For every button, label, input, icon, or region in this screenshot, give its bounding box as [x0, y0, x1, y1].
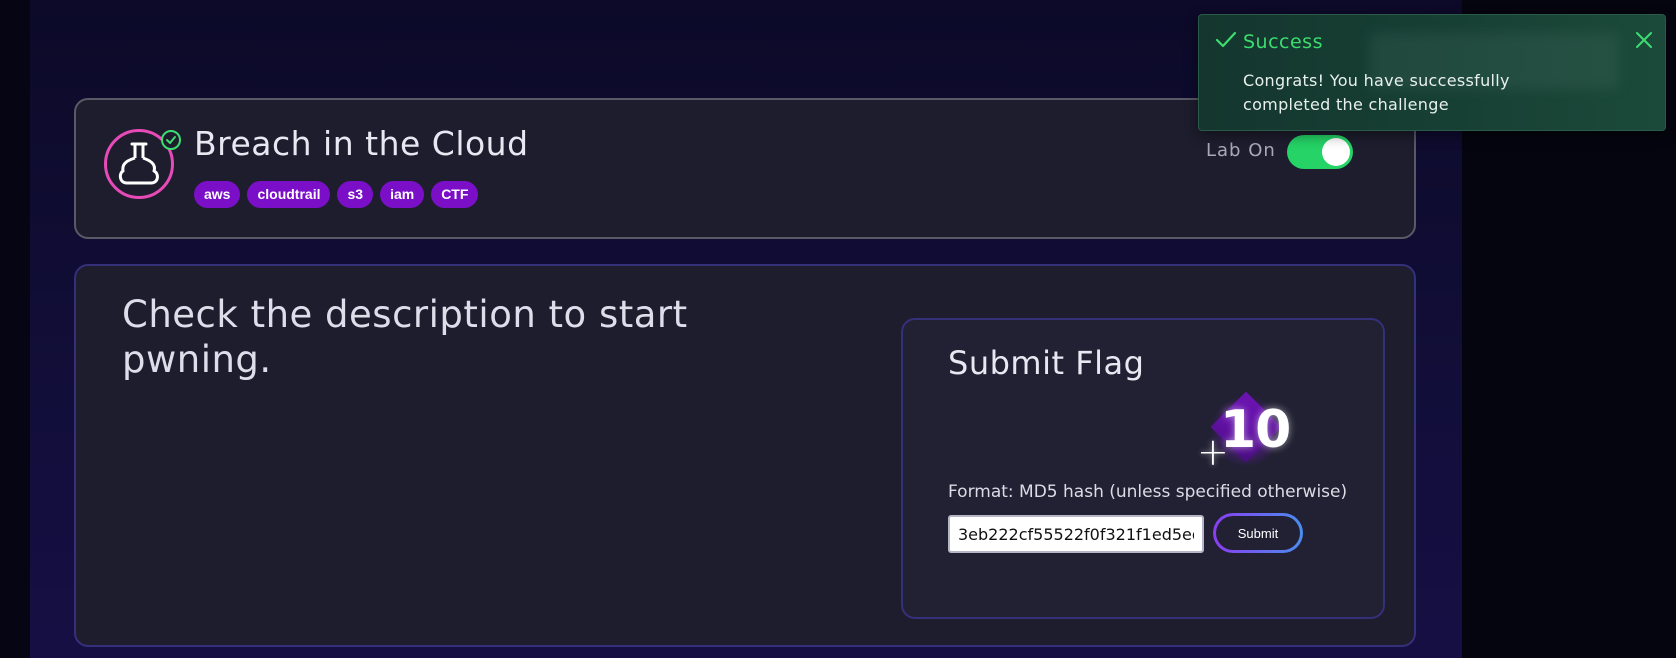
toast-message: Congrats! You have successfully complete…	[1243, 71, 1510, 114]
tag-iam[interactable]: iam	[380, 181, 425, 208]
lab-title: Breach in the Cloud	[194, 124, 529, 163]
submit-flag-title: Submit Flag	[948, 344, 1145, 382]
check-icon	[1215, 30, 1237, 54]
tag-cloudtrail[interactable]: cloudtrail	[247, 181, 331, 208]
tag-ctf[interactable]: CTF	[431, 181, 479, 208]
tag-list: aws cloudtrail s3 iam CTF	[194, 181, 479, 208]
lab-description: Check the description to start pwning.	[122, 293, 688, 381]
completed-check-icon	[161, 130, 181, 150]
tag-s3[interactable]: s3	[337, 181, 374, 208]
flag-input[interactable]	[948, 515, 1204, 553]
close-icon[interactable]	[1633, 29, 1655, 51]
toggle-knob	[1322, 138, 1350, 166]
toast-title: Success	[1243, 31, 1323, 53]
lab-body-card: Check the description to start pwning. S…	[74, 264, 1416, 647]
lab-toggle-label: Lab On	[1206, 140, 1276, 161]
success-toast: Success Congrats! You have successfully …	[1198, 14, 1666, 131]
submit-flag-panel: Submit Flag + 10 Format: MD5 hash (unles…	[901, 318, 1385, 619]
lab-on-toggle[interactable]	[1287, 135, 1353, 169]
submit-flag-button[interactable]: Submit	[1213, 513, 1303, 553]
tag-aws[interactable]: aws	[194, 181, 241, 208]
flag-format-hint: Format: MD5 hash (unless specified other…	[948, 482, 1348, 502]
points-value: 10	[1220, 400, 1291, 460]
